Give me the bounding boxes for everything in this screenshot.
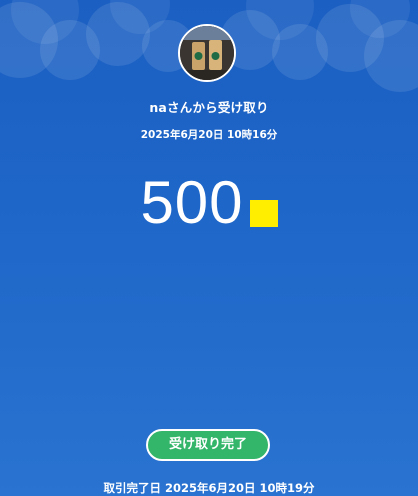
sent-datetime: 2025年6月20日 10時16分 [140,129,278,141]
sender-avatar [178,24,236,82]
completion-datetime: 取引完了日 2025年6月20日 10時19分 [103,481,315,495]
amount-value: 500 [140,169,244,236]
amount-display: 500 [0,168,418,238]
sender-label: naさんから受け取り [149,100,269,115]
avatar-photo [180,26,234,80]
receive-complete-button[interactable]: 受け取り完了 [146,429,270,461]
yellow-square-icon [249,200,278,227]
